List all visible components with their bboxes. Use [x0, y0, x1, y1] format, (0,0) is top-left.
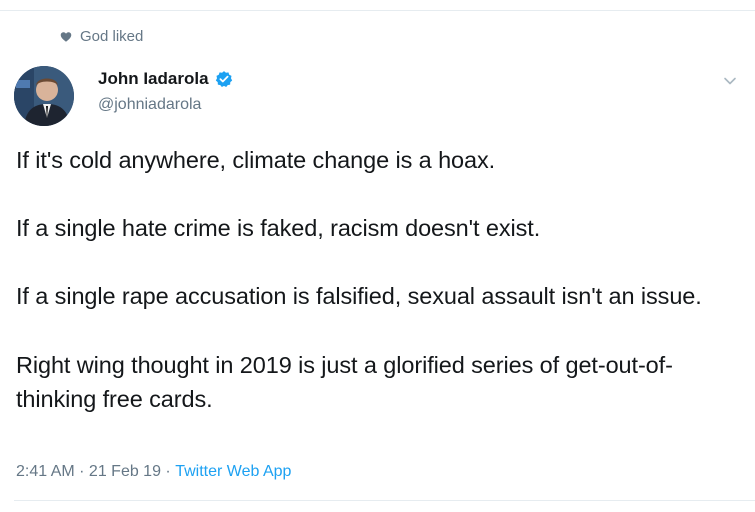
- name-row: John Iadarola: [98, 68, 233, 90]
- tweet-text: If it's cold anywhere, climate change is…: [16, 143, 741, 416]
- avatar[interactable]: [14, 66, 74, 126]
- tweet-date[interactable]: 21 Feb 19: [89, 463, 161, 481]
- display-name[interactable]: John Iadarola: [98, 69, 209, 89]
- tweet-source-link[interactable]: Twitter Web App: [175, 463, 291, 481]
- tweet-paragraph: If it's cold anywhere, climate change is…: [16, 147, 496, 173]
- meta-separator: ·: [74, 463, 89, 480]
- tweet-time[interactable]: 2:41 AM: [16, 463, 75, 481]
- tweet-paragraph: Right wing thought in 2019 is just a glo…: [16, 352, 673, 412]
- chevron-down-icon[interactable]: [723, 76, 737, 86]
- bottom-divider: [14, 500, 755, 501]
- top-divider: [0, 10, 755, 11]
- heart-icon: [60, 31, 72, 42]
- tweet-paragraph: If a single hate crime is faked, racism …: [16, 215, 541, 241]
- social-context-label: God liked: [80, 28, 144, 45]
- social-context: God liked: [60, 28, 143, 45]
- meta-separator: ·: [160, 463, 176, 480]
- avatar-image: [14, 66, 74, 126]
- tweet-paragraph: If a single rape accusation is falsified…: [16, 283, 702, 309]
- tweet-meta: 2:41 AM · 21 Feb 19 · Twitter Web App: [16, 463, 291, 481]
- handle[interactable]: @johniadarola: [98, 96, 233, 114]
- verified-badge-icon: [215, 71, 232, 88]
- user-block[interactable]: John Iadarola @johniadarola: [98, 68, 233, 114]
